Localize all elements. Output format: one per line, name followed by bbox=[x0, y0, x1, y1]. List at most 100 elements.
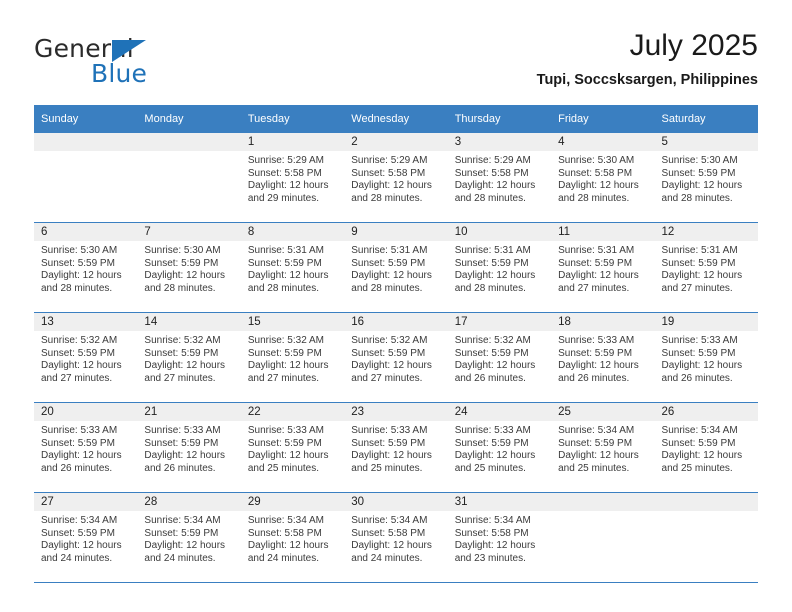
daylight-text-line1: Daylight: 12 hours bbox=[351, 270, 432, 282]
day-cell[interactable]: 20 Sunrise: 5:33 AM Sunset: 5:59 PM Dayl… bbox=[34, 402, 138, 493]
day-cell[interactable]: 11 Sunrise: 5:31 AM Sunset: 5:59 PM Dayl… bbox=[551, 222, 655, 313]
day-number: 18 bbox=[551, 313, 655, 331]
calendar-header-row-group: Sunday Monday Tuesday Wednesday Thursday… bbox=[34, 105, 758, 133]
weekday-header-sunday: Sunday bbox=[34, 105, 138, 133]
day-cell[interactable] bbox=[551, 492, 655, 583]
day-cell[interactable]: 28 Sunrise: 5:34 AM Sunset: 5:59 PM Dayl… bbox=[137, 492, 241, 583]
day-number: 1 bbox=[240, 133, 345, 151]
day-cell[interactable]: 29 Sunrise: 5:34 AM Sunset: 5:58 PM Dayl… bbox=[240, 492, 345, 583]
daylight-text-line2: and 24 minutes. bbox=[144, 552, 216, 564]
day-cell[interactable]: 23 Sunrise: 5:33 AM Sunset: 5:59 PM Dayl… bbox=[344, 402, 448, 493]
daylight-text-line2: and 28 minutes. bbox=[351, 192, 423, 204]
daylight-text-line1: Daylight: 12 hours bbox=[454, 270, 536, 282]
day-details: Sunrise: 5:33 AM Sunset: 5:59 PM Dayligh… bbox=[34, 421, 137, 475]
daylight-text-line1: Daylight: 12 hours bbox=[247, 270, 329, 282]
sunset-text: Sunset: 5:59 PM bbox=[41, 257, 115, 269]
daylight-text-line1: Daylight: 12 hours bbox=[41, 360, 122, 372]
sunset-text: Sunset: 5:59 PM bbox=[351, 257, 426, 269]
day-cell[interactable]: 10 Sunrise: 5:31 AM Sunset: 5:59 PM Dayl… bbox=[447, 222, 552, 313]
sunrise-text: Sunrise: 5:34 AM bbox=[558, 425, 635, 436]
day-cell[interactable]: 14 Sunrise: 5:32 AM Sunset: 5:59 PM Dayl… bbox=[137, 312, 241, 403]
day-details bbox=[551, 511, 654, 515]
day-cell[interactable]: 15 Sunrise: 5:32 AM Sunset: 5:59 PM Dayl… bbox=[240, 312, 345, 403]
sunset-text: Sunset: 5:58 PM bbox=[558, 167, 633, 179]
daylight-text-line1: Daylight: 12 hours bbox=[144, 270, 226, 282]
day-cell[interactable]: 13 Sunrise: 5:32 AM Sunset: 5:59 PM Dayl… bbox=[34, 312, 138, 403]
day-number: 28 bbox=[137, 493, 241, 511]
day-cell[interactable] bbox=[34, 133, 138, 223]
day-cell[interactable]: 18 Sunrise: 5:33 AM Sunset: 5:59 PM Dayl… bbox=[551, 312, 655, 403]
week-row: 27 Sunrise: 5:34 AM Sunset: 5:59 PM Dayl… bbox=[34, 492, 758, 583]
daylight-text-line1: Daylight: 12 hours bbox=[661, 450, 743, 462]
weekday-header-thursday: Thursday bbox=[447, 105, 552, 133]
day-number: 13 bbox=[34, 313, 138, 331]
day-number: 14 bbox=[137, 313, 241, 331]
day-details: Sunrise: 5:32 AM Sunset: 5:59 PM Dayligh… bbox=[241, 331, 344, 385]
calendar-body: 1 Sunrise: 5:29 AM Sunset: 5:58 PM Dayli… bbox=[34, 133, 758, 583]
day-number bbox=[34, 133, 138, 151]
day-number: 3 bbox=[447, 133, 552, 151]
sunset-text: Sunset: 5:58 PM bbox=[454, 527, 529, 539]
day-details: Sunrise: 5:31 AM Sunset: 5:59 PM Dayligh… bbox=[655, 241, 758, 295]
daylight-text-line2: and 28 minutes. bbox=[558, 192, 630, 204]
daylight-text-line2: and 28 minutes. bbox=[351, 282, 423, 294]
sunset-text: Sunset: 5:59 PM bbox=[661, 437, 736, 449]
sunset-text: Sunset: 5:59 PM bbox=[661, 167, 736, 179]
day-cell[interactable]: 12 Sunrise: 5:31 AM Sunset: 5:59 PM Dayl… bbox=[654, 222, 758, 313]
day-cell[interactable]: 16 Sunrise: 5:32 AM Sunset: 5:59 PM Dayl… bbox=[344, 312, 448, 403]
weekday-header-row: Sunday Monday Tuesday Wednesday Thursday… bbox=[34, 105, 758, 133]
day-cell[interactable]: 3 Sunrise: 5:29 AM Sunset: 5:58 PM Dayli… bbox=[447, 133, 552, 223]
daylight-text-line1: Daylight: 12 hours bbox=[351, 180, 432, 192]
day-cell[interactable]: 25 Sunrise: 5:34 AM Sunset: 5:59 PM Dayl… bbox=[551, 402, 655, 493]
day-details bbox=[655, 511, 758, 515]
day-cell[interactable]: 9 Sunrise: 5:31 AM Sunset: 5:59 PM Dayli… bbox=[344, 222, 448, 313]
day-details: Sunrise: 5:29 AM Sunset: 5:58 PM Dayligh… bbox=[448, 151, 551, 205]
daylight-text-line1: Daylight: 12 hours bbox=[351, 540, 432, 552]
day-cell[interactable]: 1 Sunrise: 5:29 AM Sunset: 5:58 PM Dayli… bbox=[240, 133, 345, 223]
daylight-text-line1: Daylight: 12 hours bbox=[661, 360, 743, 372]
day-number: 23 bbox=[344, 403, 448, 421]
day-cell[interactable]: 27 Sunrise: 5:34 AM Sunset: 5:59 PM Dayl… bbox=[34, 492, 138, 583]
sunrise-text: Sunrise: 5:29 AM bbox=[247, 155, 324, 166]
generalblue-logo[interactable]: General Blue bbox=[34, 30, 214, 88]
weekday-header-wednesday: Wednesday bbox=[344, 105, 448, 133]
day-number: 29 bbox=[240, 493, 345, 511]
day-cell[interactable]: 5 Sunrise: 5:30 AM Sunset: 5:59 PM Dayli… bbox=[654, 133, 758, 223]
day-number: 21 bbox=[137, 403, 241, 421]
day-cell[interactable]: 26 Sunrise: 5:34 AM Sunset: 5:59 PM Dayl… bbox=[654, 402, 758, 493]
day-cell[interactable]: 31 Sunrise: 5:34 AM Sunset: 5:58 PM Dayl… bbox=[447, 492, 552, 583]
daylight-text-line2: and 28 minutes. bbox=[661, 192, 733, 204]
day-cell[interactable]: 30 Sunrise: 5:34 AM Sunset: 5:58 PM Dayl… bbox=[344, 492, 448, 583]
sunrise-text: Sunrise: 5:32 AM bbox=[351, 335, 428, 346]
daylight-text-line2: and 26 minutes. bbox=[144, 462, 216, 474]
title-block: July 2025 Tupi, Soccsksargen, Philippine… bbox=[537, 28, 758, 89]
day-cell[interactable]: 24 Sunrise: 5:33 AM Sunset: 5:59 PM Dayl… bbox=[447, 402, 552, 493]
day-cell[interactable] bbox=[137, 133, 241, 223]
day-cell[interactable]: 7 Sunrise: 5:30 AM Sunset: 5:59 PM Dayli… bbox=[137, 222, 241, 313]
day-cell[interactable] bbox=[654, 492, 758, 583]
day-cell[interactable]: 6 Sunrise: 5:30 AM Sunset: 5:59 PM Dayli… bbox=[34, 222, 138, 313]
daylight-text-line1: Daylight: 12 hours bbox=[661, 270, 743, 282]
day-cell[interactable]: 17 Sunrise: 5:32 AM Sunset: 5:59 PM Dayl… bbox=[447, 312, 552, 403]
day-details: Sunrise: 5:33 AM Sunset: 5:59 PM Dayligh… bbox=[551, 331, 654, 385]
calendar-page: General Blue July 2025 Tupi, Soccsksarge… bbox=[0, 0, 792, 612]
daylight-text-line1: Daylight: 12 hours bbox=[247, 540, 329, 552]
day-details: Sunrise: 5:30 AM Sunset: 5:59 PM Dayligh… bbox=[137, 241, 240, 295]
day-number: 8 bbox=[240, 223, 345, 241]
day-cell[interactable]: 8 Sunrise: 5:31 AM Sunset: 5:59 PM Dayli… bbox=[240, 222, 345, 313]
day-cell[interactable]: 22 Sunrise: 5:33 AM Sunset: 5:59 PM Dayl… bbox=[240, 402, 345, 493]
day-number bbox=[137, 133, 241, 151]
day-number: 22 bbox=[240, 403, 345, 421]
day-cell[interactable]: 21 Sunrise: 5:33 AM Sunset: 5:59 PM Dayl… bbox=[137, 402, 241, 493]
day-cell[interactable]: 2 Sunrise: 5:29 AM Sunset: 5:58 PM Dayli… bbox=[344, 133, 448, 223]
day-number: 5 bbox=[654, 133, 758, 151]
day-cell[interactable]: 4 Sunrise: 5:30 AM Sunset: 5:58 PM Dayli… bbox=[551, 133, 655, 223]
day-number: 17 bbox=[447, 313, 552, 331]
daylight-text-line1: Daylight: 12 hours bbox=[247, 360, 329, 372]
sunrise-text: Sunrise: 5:33 AM bbox=[144, 425, 221, 436]
sunset-text: Sunset: 5:59 PM bbox=[558, 347, 633, 359]
day-number: 25 bbox=[551, 403, 655, 421]
weekday-header-monday: Monday bbox=[137, 105, 241, 133]
day-cell[interactable]: 19 Sunrise: 5:33 AM Sunset: 5:59 PM Dayl… bbox=[654, 312, 758, 403]
daylight-text-line2: and 28 minutes. bbox=[454, 192, 526, 204]
